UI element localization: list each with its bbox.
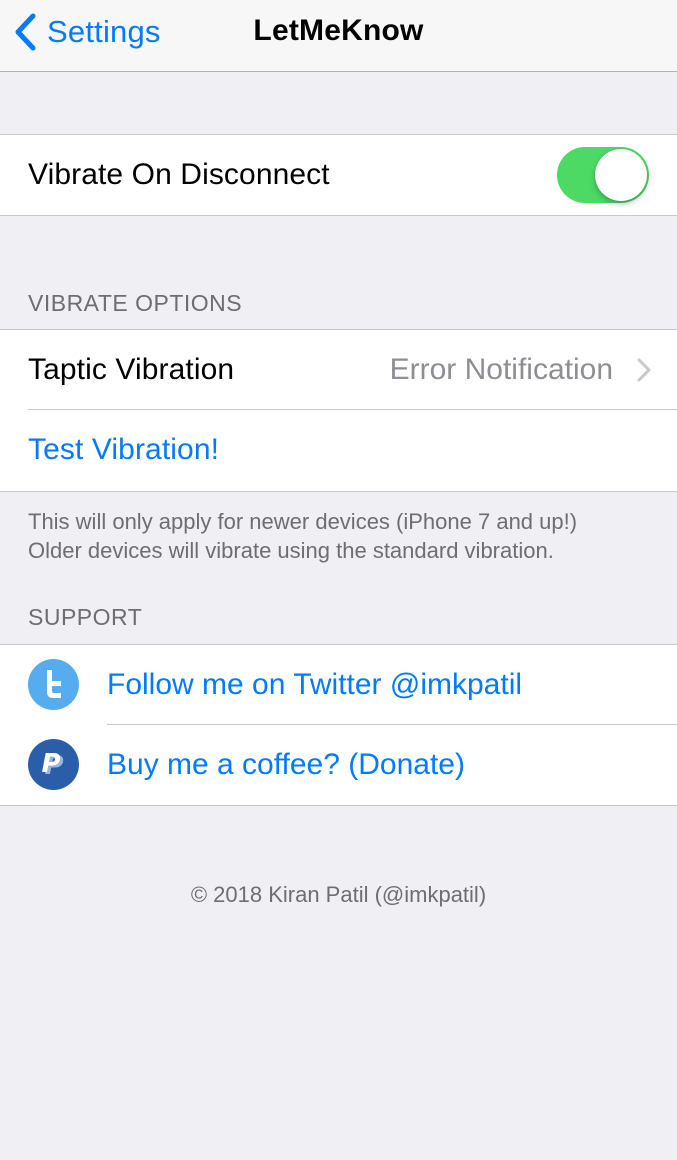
switch-knob [595, 149, 647, 201]
main-toggle-group: Vibrate On Disconnect [0, 134, 677, 216]
donate-link[interactable]: Buy me a coffee? (Donate) [107, 725, 465, 805]
taptic-vibration-label: Taptic Vibration [28, 353, 235, 386]
page-title: LetMeKnow [253, 14, 424, 47]
footer-line-1: This will only apply for newer devices (… [28, 509, 578, 534]
taptic-vibration-value: Error Notification [389, 353, 613, 386]
taptic-vibration-cell[interactable]: Taptic Vibration Error Notification [0, 330, 677, 410]
vibrate-options-group: Taptic Vibration Error Notification Test… [0, 329, 677, 492]
svg-text:P: P [41, 749, 60, 779]
paypal-icon: P P [28, 739, 79, 790]
test-vibration-button[interactable]: Test Vibration! [28, 410, 219, 490]
donate-cell[interactable]: P P Buy me a coffee? (Donate) [0, 725, 677, 805]
support-group: Follow me on Twitter @imkpatil P P Buy m… [0, 644, 677, 806]
twitter-icon [28, 659, 79, 710]
test-vibration-cell[interactable]: Test Vibration! [0, 410, 677, 490]
vibrate-on-disconnect-cell: Vibrate On Disconnect [0, 135, 677, 215]
footer-line-2: Older devices will vibrate using the sta… [28, 538, 554, 563]
navigation-bar: Settings LetMeKnow [0, 0, 677, 72]
twitter-link[interactable]: Follow me on Twitter @imkpatil [107, 645, 522, 725]
vibrate-on-disconnect-switch[interactable] [557, 147, 649, 203]
vibrate-options-footer: This will only apply for newer devices (… [28, 507, 658, 565]
copyright-text: © 2018 Kiran Patil (@imkpatil) [190, 882, 487, 907]
vibrate-on-disconnect-label: Vibrate On Disconnect [28, 158, 330, 191]
chevron-right-icon [637, 358, 651, 382]
twitter-cell[interactable]: Follow me on Twitter @imkpatil [0, 645, 677, 725]
support-header: SUPPORT [28, 604, 143, 630]
vibrate-options-header: VIBRATE OPTIONS [28, 290, 243, 316]
